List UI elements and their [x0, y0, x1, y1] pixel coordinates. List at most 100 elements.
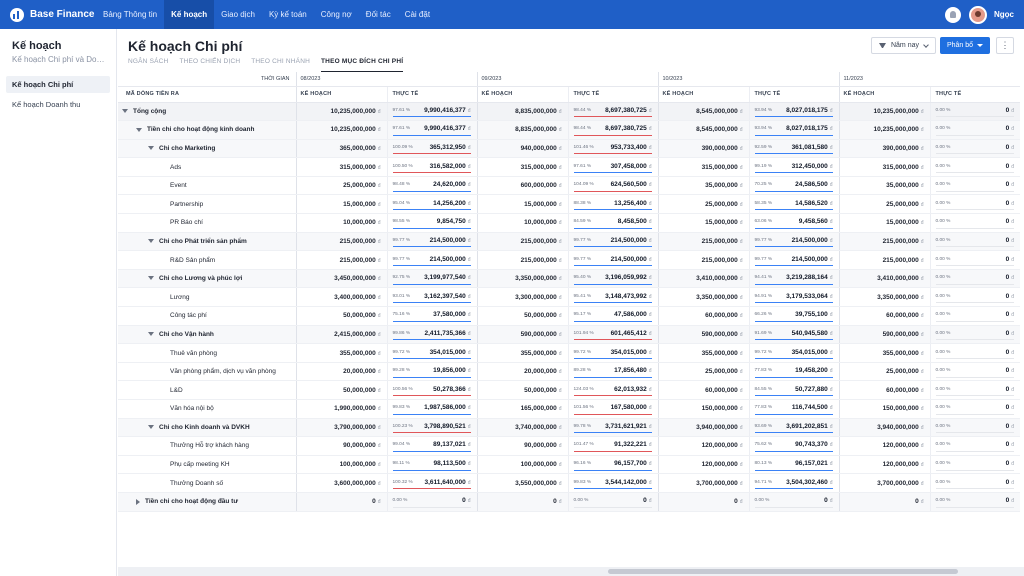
actual-cell[interactable]: 66.26 % 39,755,100 đ	[748, 306, 839, 326]
nav-item-1[interactable]: Kế hoạch	[164, 0, 215, 29]
budget-table-container[interactable]: THỜI GIAN 08/2023 09/2023 10/2023 11/2023 MÃ …	[118, 72, 1024, 567]
actual-cell[interactable]: 99.77 % 214,500,000 đ	[567, 232, 658, 252]
plan-cell[interactable]: 50,000,000 đ	[476, 380, 568, 400]
actual-cell[interactable]: 0.00 % 0 đ	[567, 492, 658, 512]
plan-cell[interactable]: 10,235,000,000 đ	[295, 120, 387, 140]
plan-cell[interactable]: 315,000,000 đ	[657, 157, 749, 177]
actual-cell[interactable]: 94.41 % 3,219,288,164 đ	[748, 269, 839, 289]
plan-cell[interactable]: 60,000,000 đ	[838, 380, 930, 400]
actual-cell[interactable]: 0.00 % 0 đ	[929, 418, 1020, 438]
nav-item-4[interactable]: Công nợ	[314, 0, 359, 29]
plan-cell[interactable]: 3,410,000,000 đ	[657, 269, 749, 289]
actual-cell[interactable]: 84.55 % 50,727,880 đ	[748, 380, 839, 400]
actual-cell[interactable]: 99.72 % 354,015,000 đ	[567, 343, 658, 363]
plan-cell[interactable]: 3,350,000,000 đ	[657, 287, 749, 308]
actual-cell[interactable]: 77.83 % 19,458,200 đ	[748, 362, 839, 382]
actual-cell[interactable]: 95.40 % 3,196,059,992 đ	[567, 269, 658, 289]
plan-cell[interactable]: 355,000,000 đ	[838, 343, 930, 363]
actual-cell[interactable]: 94.71 % 3,504,302,460 đ	[748, 473, 839, 493]
plan-cell[interactable]: 590,000,000 đ	[476, 325, 568, 345]
plan-cell[interactable]: 100,000,000 đ	[476, 455, 568, 475]
nav-item-5[interactable]: Đối tác	[359, 0, 398, 29]
actual-cell[interactable]: 98.44 % 8,697,380,725 đ	[567, 120, 658, 140]
tab-2[interactable]: THEO CHI NHÁNH	[251, 58, 310, 73]
actual-cell[interactable]: 99.28 % 19,856,000 đ	[386, 362, 477, 382]
actual-cell[interactable]: 0.00 % 0 đ	[748, 492, 839, 512]
plan-cell[interactable]: 315,000,000 đ	[476, 157, 568, 177]
actual-cell[interactable]: 100.56 % 50,278,366 đ	[386, 380, 477, 400]
table-row[interactable]: Thuê văn phòng 355,000,000 đ 99.72 % 354,015…	[118, 343, 1020, 363]
plan-cell[interactable]: 8,835,000,000 đ	[476, 102, 568, 122]
plan-cell[interactable]: 90,000,000 đ	[476, 436, 568, 456]
actual-cell[interactable]: 99.04 % 89,137,021 đ	[386, 436, 477, 456]
plan-cell[interactable]: 25,000,000 đ	[838, 362, 930, 382]
plan-cell[interactable]: 20,000,000 đ	[295, 362, 387, 382]
actual-cell[interactable]: 0.00 % 0 đ	[929, 176, 1020, 196]
actual-cell[interactable]: 99.77 % 214,500,000 đ	[567, 250, 658, 270]
actual-cell[interactable]: 0.00 % 0 đ	[929, 157, 1020, 177]
actual-cell[interactable]: 100.32 % 3,611,640,000 đ	[386, 473, 477, 493]
plan-cell[interactable]: 590,000,000 đ	[838, 325, 930, 345]
plan-cell[interactable]: 150,000,000 đ	[838, 399, 930, 419]
plan-cell[interactable]: 355,000,000 đ	[295, 343, 387, 363]
actual-cell[interactable]: 98.11 % 98,113,500 đ	[386, 455, 477, 475]
plan-cell[interactable]: 10,235,000,000 đ	[838, 102, 930, 122]
nav-item-3[interactable]: Kỳ kế toán	[262, 0, 314, 29]
actual-cell[interactable]: 98.44 % 8,697,380,725 đ	[567, 102, 658, 122]
actual-cell[interactable]: 99.77 % 214,500,000 đ	[748, 250, 839, 270]
plan-cell[interactable]: 365,000,000 đ	[295, 139, 387, 159]
table-row[interactable]: Chi cho Kinh doanh và DVKH 3,790,000,000 đ…	[118, 418, 1020, 438]
actual-cell[interactable]: 75.62 % 90,743,370 đ	[748, 436, 839, 456]
plan-cell[interactable]: 0đ	[295, 492, 387, 512]
plan-cell[interactable]: 600,000,000 đ	[476, 176, 568, 196]
actual-cell[interactable]: 97.61 % 307,458,000 đ	[567, 157, 658, 177]
plan-cell[interactable]: 15,000,000 đ	[838, 213, 930, 233]
plan-cell[interactable]: 3,350,000,000 đ	[476, 269, 568, 289]
table-row[interactable]: Phụ cấp meeting KH 100,000,000 đ 98.11 % 98,…	[118, 455, 1020, 475]
actual-cell[interactable]: 0.00 % 0 đ	[929, 102, 1020, 122]
actual-cell[interactable]: 0.00 % 0 đ	[929, 380, 1020, 400]
actual-cell[interactable]: 0.00 % 0 đ	[929, 250, 1020, 270]
caret-down-icon[interactable]	[136, 127, 142, 132]
actual-cell[interactable]: 89.28 % 17,856,480 đ	[567, 362, 658, 382]
actual-cell[interactable]: 101.94 % 601,465,412 đ	[567, 325, 658, 345]
user-name[interactable]: Ngọc	[994, 10, 1014, 19]
plan-cell[interactable]: 0đ	[838, 492, 930, 512]
actual-cell[interactable]: 63.06 % 9,458,560 đ	[748, 213, 839, 233]
actual-cell[interactable]: 100.50 % 316,582,000 đ	[386, 157, 477, 177]
plan-cell[interactable]: 355,000,000 đ	[476, 343, 568, 363]
plan-cell[interactable]: 35,000,000 đ	[838, 176, 930, 196]
actual-cell[interactable]: 0.00 % 0 đ	[929, 473, 1020, 493]
table-row[interactable]: Công tác phí 50,000,000 đ 75.16 % 37,580,000…	[118, 306, 1020, 326]
plan-cell[interactable]: 3,700,000,000 đ	[838, 473, 930, 493]
caret-down-icon[interactable]	[148, 146, 154, 151]
actual-cell[interactable]: 0.00 % 0 đ	[929, 455, 1020, 475]
actual-cell[interactable]: 99.86 % 2,411,735,366 đ	[386, 325, 477, 345]
actual-cell[interactable]: 98.48 % 24,620,000 đ	[386, 176, 477, 196]
table-row[interactable]: L&D 50,000,000 đ 100.56 % 50,278,366 đ 50,000,…	[118, 380, 1020, 400]
actual-cell[interactable]: 95.41 % 3,148,473,992 đ	[567, 287, 658, 308]
plan-cell[interactable]: 25,000,000 đ	[838, 194, 930, 215]
nav-item-2[interactable]: Giao dịch	[214, 0, 262, 29]
plan-cell[interactable]: 3,300,000,000 đ	[476, 287, 568, 308]
plan-cell[interactable]: 3,410,000,000 đ	[838, 269, 930, 289]
actual-cell[interactable]: 0.00 % 0 đ	[929, 362, 1020, 382]
plan-cell[interactable]: 315,000,000 đ	[838, 157, 930, 177]
actual-cell[interactable]: 124.03 % 62,013,932 đ	[567, 380, 658, 400]
plan-cell[interactable]: 3,790,000,000 đ	[295, 418, 387, 438]
plan-cell[interactable]: 3,350,000,000 đ	[838, 287, 930, 308]
actual-cell[interactable]: 100.09 % 365,312,950 đ	[386, 139, 477, 159]
plan-cell[interactable]: 215,000,000 đ	[657, 232, 749, 252]
table-row[interactable]: Chi cho Vận hành 2,415,000,000 đ 99.86 % 2,4…	[118, 325, 1020, 345]
actual-cell[interactable]: 0.00 % 0 đ	[929, 436, 1020, 456]
nav-item-0[interactable]: Bảng Thông tin	[96, 0, 164, 29]
actual-cell[interactable]: 95.04 % 14,256,200 đ	[386, 194, 477, 215]
plan-cell[interactable]: 390,000,000 đ	[657, 139, 749, 159]
actual-cell[interactable]: 0.00 % 0 đ	[929, 343, 1020, 363]
actual-cell[interactable]: 100.23 % 3,798,890,521 đ	[386, 418, 477, 438]
notification-icon[interactable]	[945, 6, 961, 23]
actual-cell[interactable]: 96.16 % 96,157,700 đ	[567, 455, 658, 475]
actual-cell[interactable]: 88.38 % 13,256,400 đ	[567, 194, 658, 215]
table-row[interactable]: Partnership 15,000,000 đ 95.04 % 14,256,200 đ…	[118, 194, 1020, 215]
plan-cell[interactable]: 15,000,000 đ	[295, 194, 387, 215]
